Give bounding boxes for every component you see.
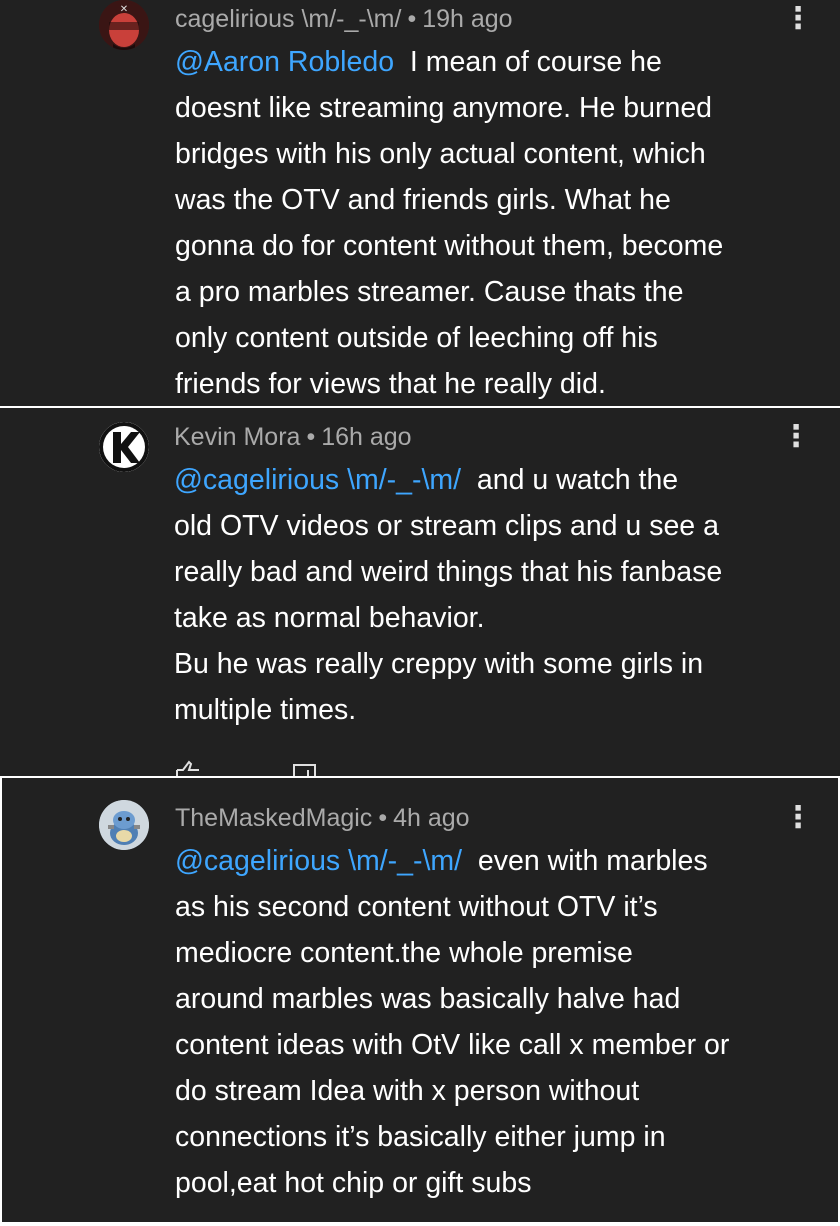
avatar[interactable] [99, 800, 149, 850]
avatar-image [99, 800, 149, 850]
svg-text:✕: ✕ [120, 4, 128, 15]
comment-body: and u watch the old OTV videos or stream… [174, 464, 723, 726]
avatar-image: ✕ [99, 0, 149, 50]
mention-gap [394, 46, 410, 78]
mention-gap [462, 845, 478, 877]
author-name[interactable]: cagelirious \m/-_-\m/ [175, 5, 401, 33]
mention-link[interactable]: @Aaron Robledo [175, 46, 394, 78]
meta-separator: • [407, 5, 417, 33]
comment-body: even with marbles as his second content … [175, 845, 730, 1199]
comment-text: @cagelirious \m/-_-\m/ and u watch the o… [174, 457, 814, 733]
timestamp: 16h ago [321, 423, 412, 451]
mention-link[interactable]: @cagelirious \m/-_-\m/ [174, 464, 461, 496]
more-vert-icon[interactable]: ⋮ [781, 422, 811, 452]
like-icon[interactable] [175, 760, 203, 776]
meta-separator: • [378, 804, 388, 832]
author-name[interactable]: TheMaskedMagic [175, 804, 372, 832]
comment-meta: cagelirious \m/-_-\m/• 19h ago [175, 4, 513, 34]
meta-separator: • [306, 423, 316, 451]
comment-meta: TheMaskedMagic • 4h ago [175, 803, 470, 833]
avatar-image [99, 422, 149, 472]
more-vert-icon[interactable]: ⋮ [783, 4, 813, 34]
more-vert-icon[interactable]: ⋮ [783, 803, 813, 833]
avatar[interactable]: ✕ [99, 0, 149, 50]
comment-card: ✕ cagelirious \m/-_-\m/• 19h ago ⋮ @Aaron… [0, 0, 840, 406]
author-name[interactable]: Kevin Mora [174, 423, 300, 451]
timestamp: 19h ago [422, 5, 513, 33]
reply-icon[interactable] [292, 762, 318, 776]
comment-text: @Aaron Robledo I mean of course he doesn… [175, 39, 815, 406]
avatar[interactable] [99, 422, 149, 472]
mention-gap [461, 464, 477, 496]
comment-meta: Kevin Mora • 16h ago [174, 422, 412, 452]
timestamp: 4h ago [393, 804, 470, 832]
comment-card: TheMaskedMagic • 4h ago ⋮ @cagelirious \m/… [2, 778, 838, 1222]
mention-link[interactable]: @cagelirious \m/-_-\m/ [175, 845, 462, 877]
comment-body: I mean of course he doesnt like streamin… [175, 46, 724, 400]
comment-card: Kevin Mora • 16h ago ⋮ @cagelirious \m/-_-… [0, 408, 840, 776]
comment-text: @cagelirious \m/-_-\m/ even with marbles… [175, 838, 815, 1206]
